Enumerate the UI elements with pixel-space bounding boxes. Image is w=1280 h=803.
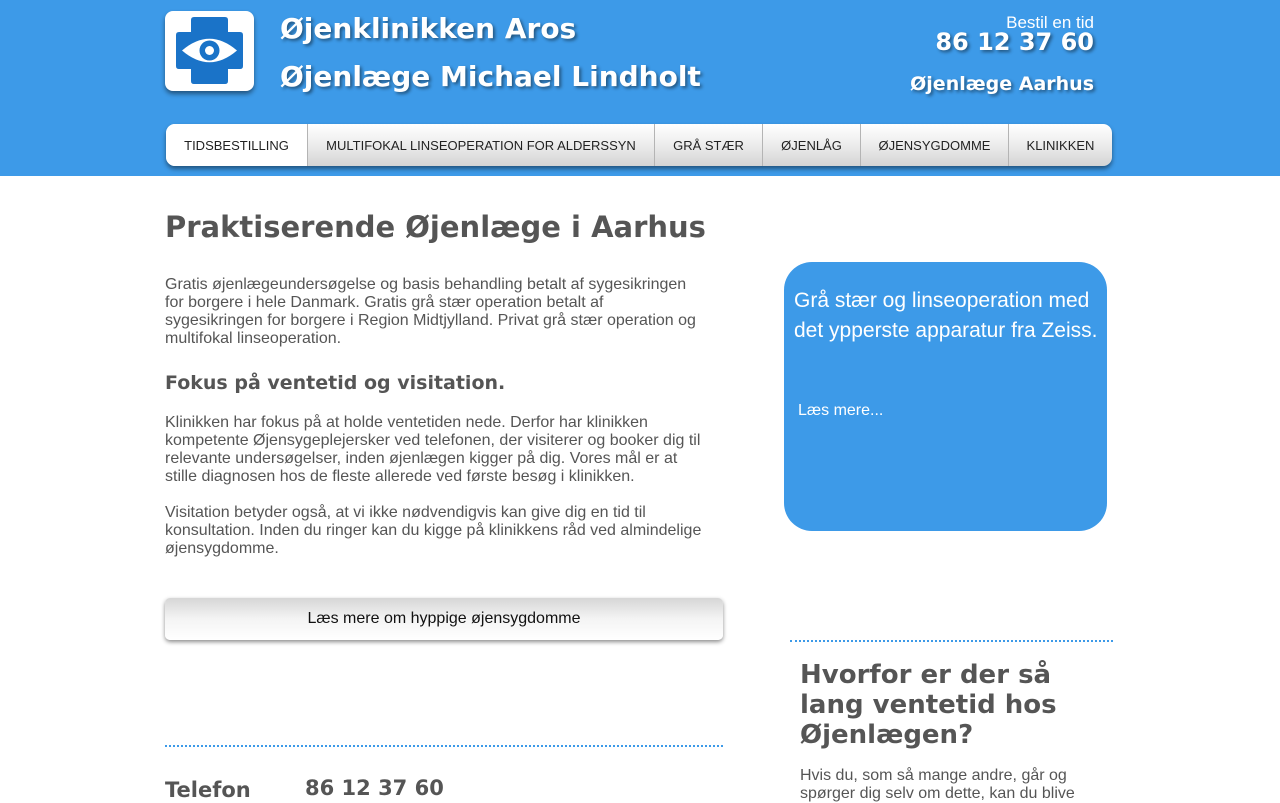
section-heading-ventetid: Fokus på ventetid og visitation. <box>165 372 506 394</box>
header-phone-number[interactable]: 86 12 37 60 <box>935 28 1094 56</box>
dotted-divider-right <box>790 640 1113 642</box>
nav-item-graa-staer[interactable]: GRÅ STÆR <box>655 124 763 166</box>
contact-phone-number[interactable]: 86 12 37 60 <box>305 776 444 800</box>
nav-item-klinikken[interactable]: KLINIKKEN <box>1009 124 1112 166</box>
intro-paragraph: Gratis øjenlægeundersøgelse og basis beh… <box>165 276 696 347</box>
promo-text: Grå stær og linseoperation med det ypper… <box>794 289 1098 342</box>
read-more-eye-diseases-button[interactable]: Læs mere om hyppige øjensygdomme <box>165 598 723 640</box>
nav-item-multifokal-linseoperation[interactable]: MULTIFOKAL LINSEOPERATION FOR ALDERSSYN <box>308 124 655 166</box>
site-header: Øjenklinikken Aros Øjenlæge Michael Lind… <box>0 0 1280 176</box>
sidebar-heading-ventetid: Hvorfor er der så lang ventetid hos Øjen… <box>800 660 1057 750</box>
eye-cross-icon <box>176 17 243 84</box>
nav-item-tidsbestilling[interactable]: TIDSBESTILLING <box>166 124 308 166</box>
page-title: Praktiserende Øjenlæge i Aarhus <box>165 210 706 244</box>
ventetid-paragraph: Klinikken har fokus på at holde ventetid… <box>165 414 701 485</box>
zeiss-promo-box: Grå stær og linseoperation med det ypper… <box>784 262 1107 531</box>
logo[interactable] <box>165 11 254 91</box>
nav-item-ojensygdomme[interactable]: ØJENSYGDOMME <box>861 124 1009 166</box>
promo-read-more-link[interactable]: Læs mere... <box>798 402 883 420</box>
visitation-paragraph: Visitation betyder også, at vi ikke nødv… <box>165 504 702 557</box>
header-tagline: Øjenlæge Aarhus <box>910 73 1094 95</box>
site-title[interactable]: Øjenklinikken Aros <box>280 12 576 45</box>
dotted-divider-left <box>165 745 723 747</box>
phone-label: Telefon <box>165 778 251 802</box>
sidebar-paragraph: Hvis du, som så mange andre, går og spør… <box>800 767 1075 802</box>
site-subtitle: Øjenlæge Michael Lindholt <box>280 60 701 93</box>
nav-item-ojenlaag[interactable]: ØJENLÅG <box>763 124 861 166</box>
main-navigation: TIDSBESTILLING MULTIFOKAL LINSEOPERATION… <box>166 124 1112 166</box>
